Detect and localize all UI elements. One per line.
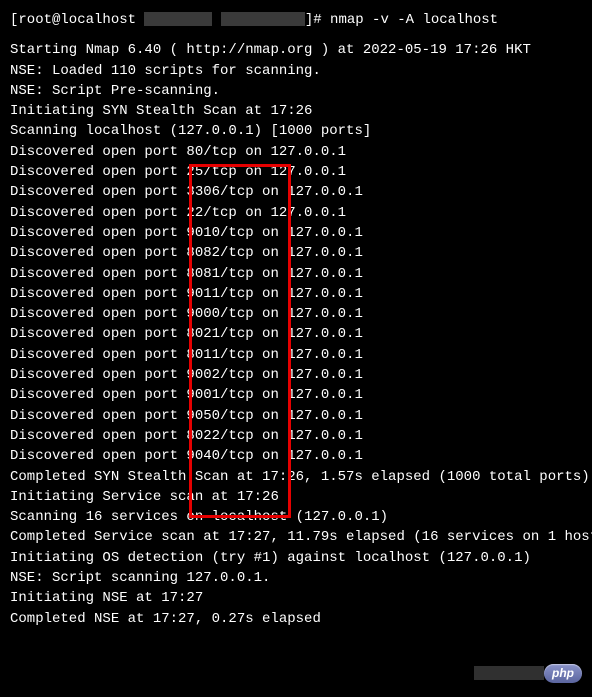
discovered-port-line: Discovered open port 8082/tcp on 127.0.0… [10,243,582,263]
discovered-port-line: Discovered open port 8011/tcp on 127.0.0… [10,345,582,365]
output-line: Completed Service scan at 17:27, 11.79s … [10,527,582,547]
output-tail-block: Completed SYN Stealth Scan at 17:26, 1.5… [10,467,582,629]
output-line: Scanning localhost (127.0.0.1) [1000 por… [10,121,582,141]
discovered-port-line: Discovered open port 9002/tcp on 127.0.0… [10,365,582,385]
output-line: NSE: Script scanning 127.0.0.1. [10,568,582,588]
output-line: Scanning 16 services on localhost (127.0… [10,507,582,527]
discovered-port-line: Discovered open port 9050/tcp on 127.0.0… [10,406,582,426]
output-line: Starting Nmap 6.40 ( http://nmap.org ) a… [10,40,582,60]
discovered-port-line: Discovered open port 8022/tcp on 127.0.0… [10,426,582,446]
output-line: Initiating OS detection (try #1) against… [10,548,582,568]
redacted-block [144,12,212,26]
discovered-port-line: Discovered open port 9011/tcp on 127.0.0… [10,284,582,304]
watermark-area: php [474,664,582,683]
php-badge: php [544,664,582,683]
redacted-block [221,12,305,26]
output-line: NSE: Script Pre-scanning. [10,81,582,101]
discovered-port-line: Discovered open port 8021/tcp on 127.0.0… [10,324,582,344]
discovered-port-line: Discovered open port 80/tcp on 127.0.0.1 [10,142,582,162]
output-block: Starting Nmap 6.40 ( http://nmap.org ) a… [10,40,582,141]
discovered-port-line: Discovered open port 9000/tcp on 127.0.0… [10,304,582,324]
command-text: nmap -v -A localhost [330,12,498,28]
discovered-port-line: Discovered open port 25/tcp on 127.0.0.1 [10,162,582,182]
output-line: NSE: Loaded 110 scripts for scanning. [10,61,582,81]
terminal-prompt: [root@localhost ]# nmap -v -A localhost [10,10,582,30]
prompt-user-host: [root@localhost [10,12,144,28]
discovered-port-line: Discovered open port 3306/tcp on 127.0.0… [10,182,582,202]
discovered-ports-block: Discovered open port 80/tcp on 127.0.0.1… [10,142,582,467]
output-line: Initiating NSE at 17:27 [10,588,582,608]
discovered-port-line: Discovered open port 9001/tcp on 127.0.0… [10,385,582,405]
output-line: Initiating SYN Stealth Scan at 17:26 [10,101,582,121]
discovered-port-line: Discovered open port 8081/tcp on 127.0.0… [10,264,582,284]
output-line: Completed NSE at 17:27, 0.27s elapsed [10,609,582,629]
output-line: Initiating Service scan at 17:26 [10,487,582,507]
discovered-port-line: Discovered open port 22/tcp on 127.0.0.1 [10,203,582,223]
prompt-suffix: ]# [305,12,330,28]
spacer [10,30,582,40]
discovered-port-line: Discovered open port 9010/tcp on 127.0.0… [10,223,582,243]
watermark-redacted [474,666,544,680]
discovered-port-line: Discovered open port 9040/tcp on 127.0.0… [10,446,582,466]
output-line: Completed SYN Stealth Scan at 17:26, 1.5… [10,467,582,487]
